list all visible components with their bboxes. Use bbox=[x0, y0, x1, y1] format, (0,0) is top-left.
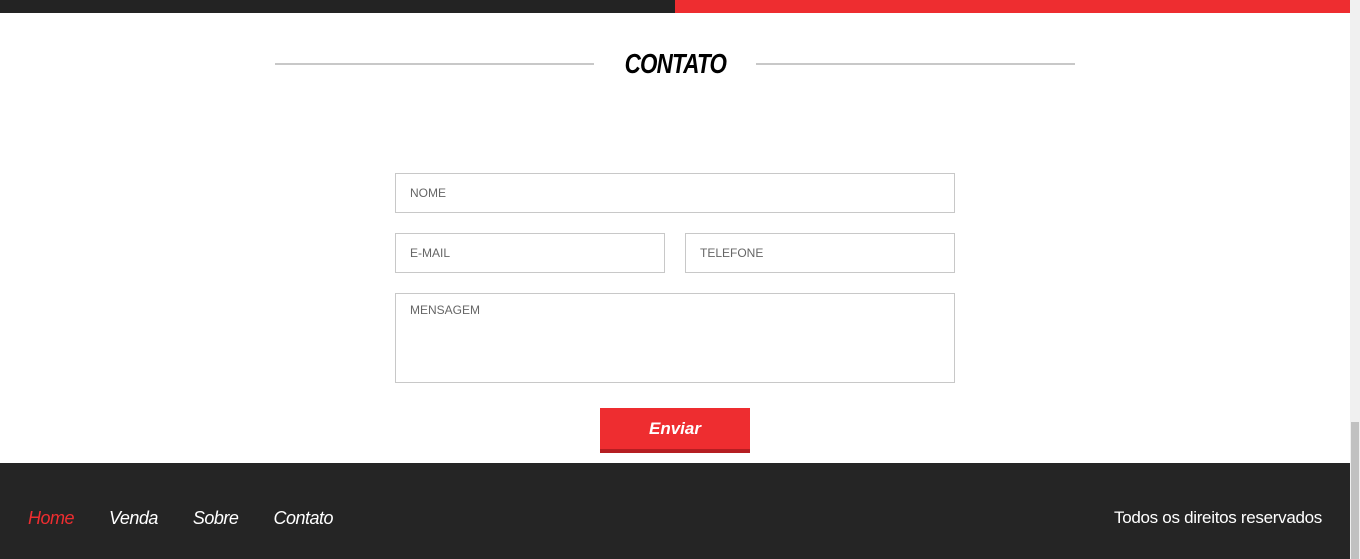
section-header: CONTATO bbox=[275, 48, 1076, 80]
footer: Home Venda Sobre Contato Todos os direit… bbox=[0, 463, 1350, 559]
email-input[interactable] bbox=[395, 233, 665, 273]
scrollbar[interactable] bbox=[1350, 0, 1360, 559]
copyright-text: Todos os direitos reservados bbox=[1114, 508, 1322, 527]
phone-input[interactable] bbox=[685, 233, 955, 273]
divider-right bbox=[756, 63, 1076, 65]
top-bar bbox=[0, 0, 1350, 13]
divider-left bbox=[275, 63, 594, 65]
footer-nav: Home Venda Sobre Contato bbox=[28, 508, 333, 529]
message-textarea[interactable] bbox=[395, 293, 955, 383]
top-bar-dark bbox=[0, 0, 675, 13]
scrollbar-thumb[interactable] bbox=[1351, 422, 1359, 559]
footer-link-contato[interactable]: Contato bbox=[273, 508, 333, 529]
name-input[interactable] bbox=[395, 173, 955, 213]
page-title: CONTATO bbox=[624, 48, 726, 79]
footer-link-home[interactable]: Home bbox=[28, 508, 75, 529]
footer-link-venda[interactable]: Venda bbox=[109, 508, 158, 529]
footer-link-sobre[interactable]: Sobre bbox=[193, 508, 239, 529]
submit-button[interactable]: Enviar bbox=[600, 408, 750, 453]
top-bar-red bbox=[675, 0, 1350, 13]
